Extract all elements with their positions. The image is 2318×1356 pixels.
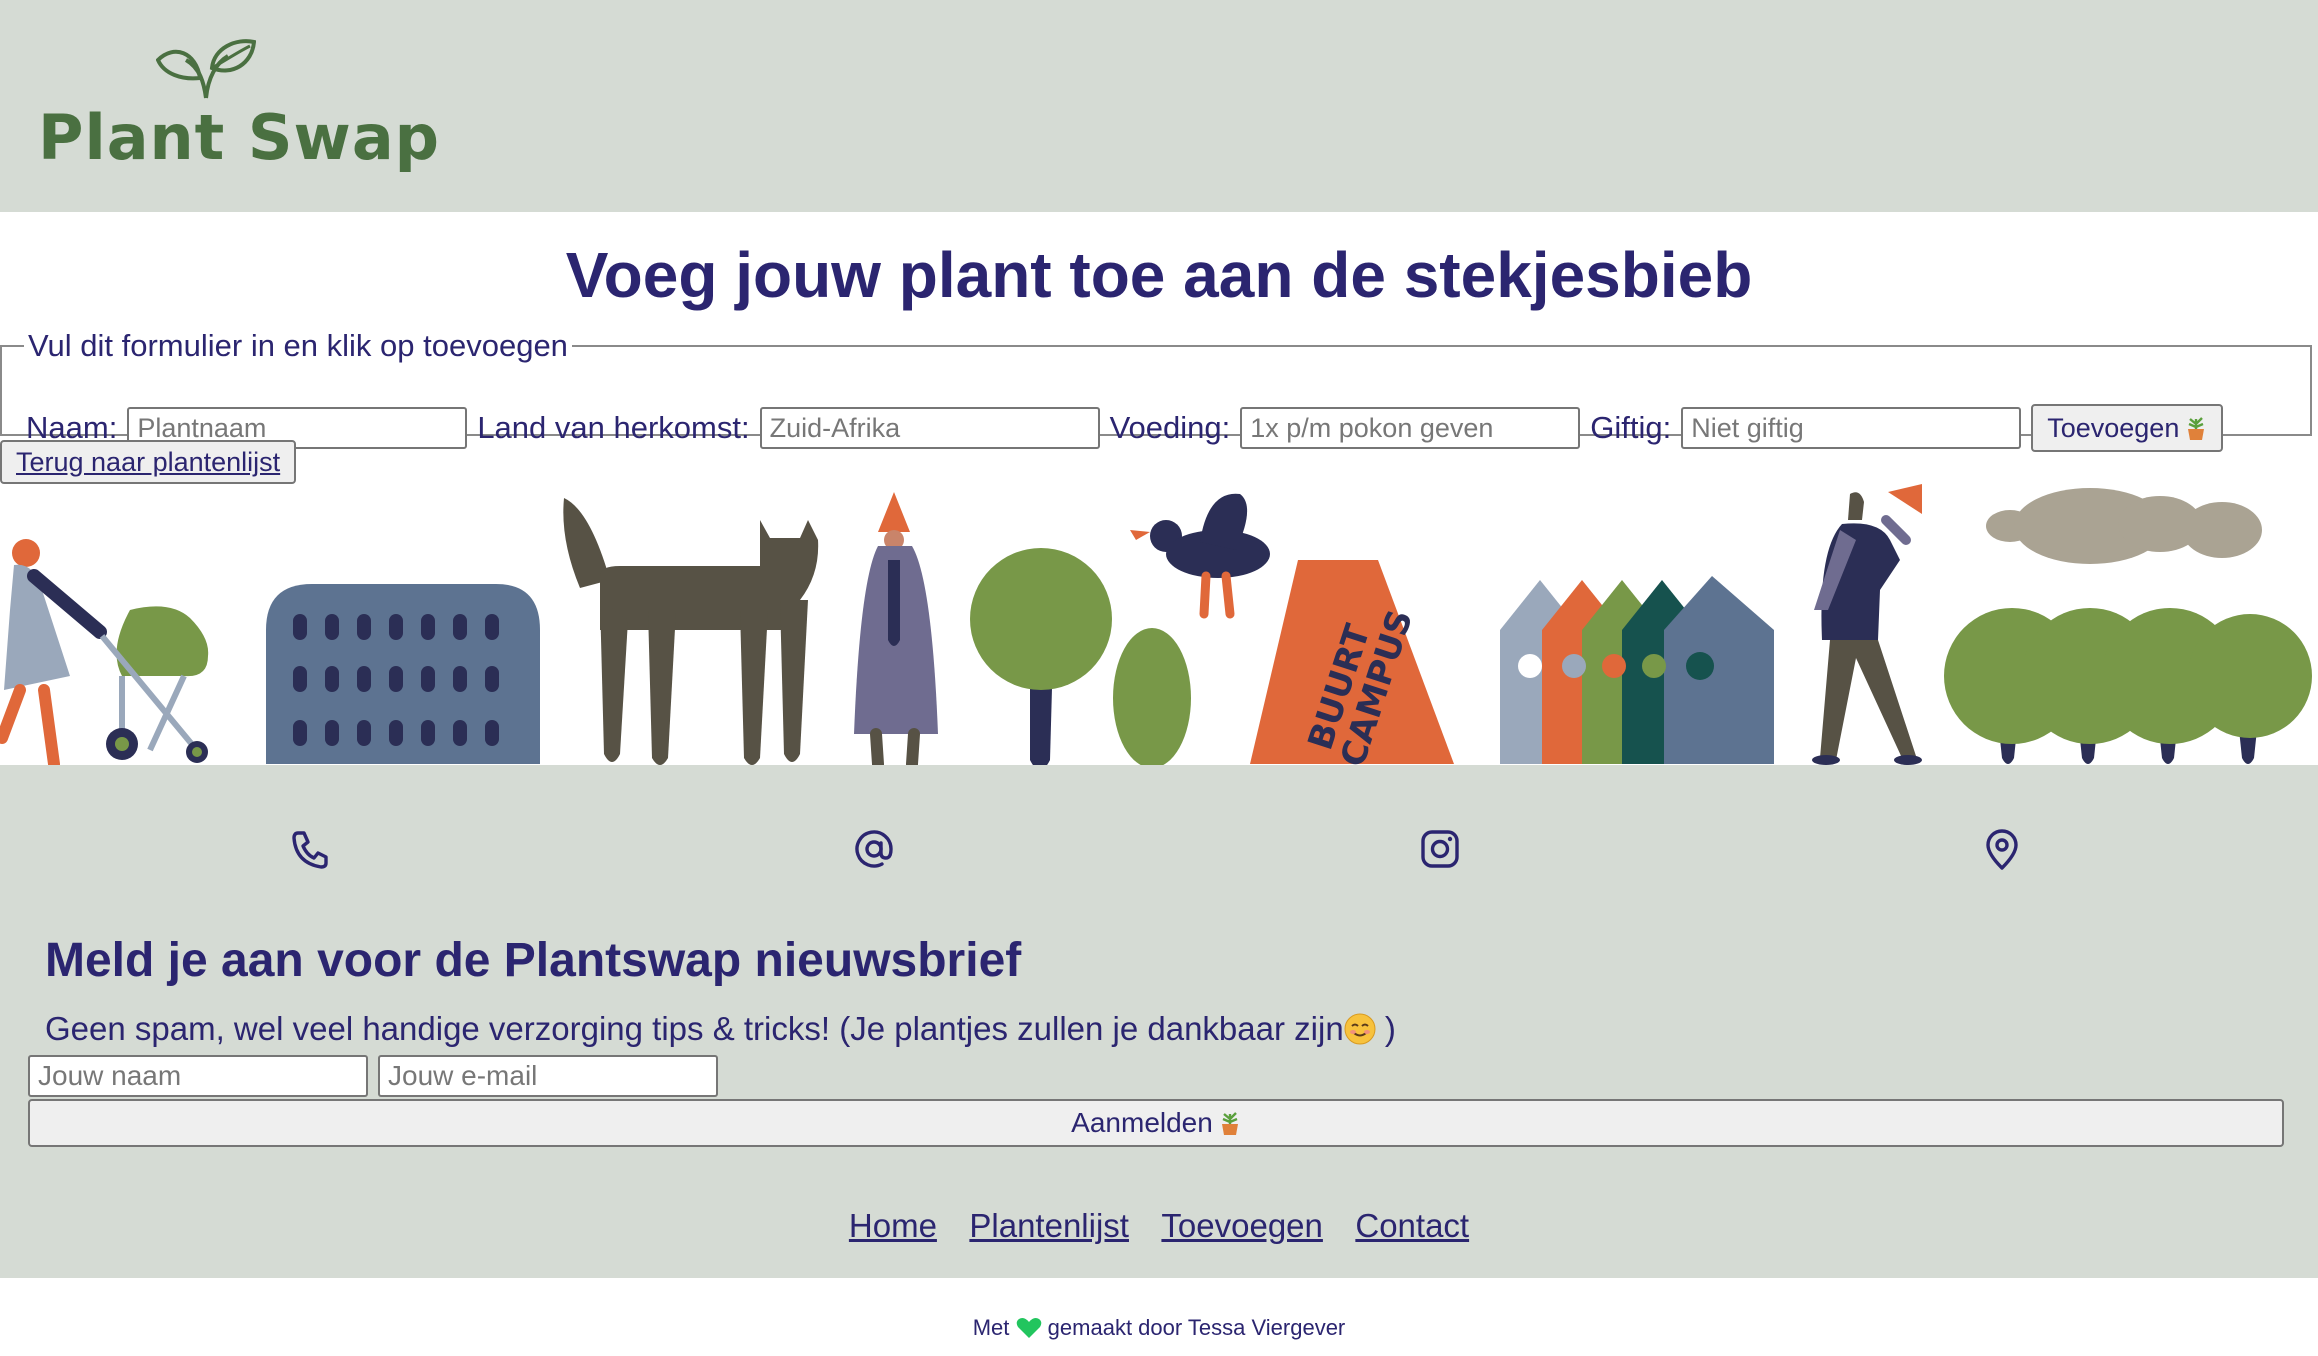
origin-input[interactable] — [759, 407, 1100, 449]
person-with-flag — [1812, 484, 1922, 765]
logo-text: Plant Swap — [38, 101, 441, 174]
newsletter-email-input[interactable] — [378, 1055, 718, 1097]
building — [266, 584, 540, 764]
subscribe-button[interactable]: Aanmelden — [28, 1099, 2284, 1147]
tall-person — [854, 492, 938, 765]
potted-plant-icon — [1221, 1112, 1238, 1135]
nav-home-link[interactable]: Home — [849, 1207, 937, 1244]
credit-text-after: gemaakt door Tessa Viergever — [1047, 1315, 1346, 1341]
food-label: Voeding: — [1109, 410, 1231, 445]
clouds — [1986, 488, 2262, 564]
houses — [1500, 576, 1774, 764]
footer-nav: Home Plantenlijst Toevoegen Contact — [0, 1207, 2318, 1245]
neighborhood-illustration: BUURT CAMPUS — [0, 484, 2312, 765]
nav-toevoegen-link[interactable]: Toevoegen — [1161, 1207, 1322, 1244]
toxic-input[interactable] — [1681, 407, 2022, 449]
phone-icon[interactable] — [288, 827, 332, 871]
woman-with-stroller — [0, 539, 209, 765]
credit-line: Met gemaakt door Tessa Viergever — [0, 1314, 2318, 1341]
header: Plant Swap — [0, 0, 2318, 212]
back-to-plantlist-button[interactable]: Terug naar plantenlijst — [0, 440, 297, 484]
form-legend: Vul dit formulier in en klik op toevoege… — [28, 328, 568, 363]
newsletter-name-input[interactable] — [28, 1055, 368, 1097]
dog — [563, 498, 819, 765]
instagram-icon[interactable] — [1418, 827, 1462, 871]
add-button-label: Toevoegen — [2047, 412, 2180, 443]
at-icon[interactable] — [852, 827, 896, 871]
logo[interactable]: Plant Swap — [38, 38, 439, 178]
subscribe-button-label: Aanmelden — [1071, 1107, 1213, 1138]
origin-label: Land van herkomst: — [477, 410, 750, 445]
toxic-label: Giftig: — [1590, 410, 1672, 445]
location-pin-icon[interactable] — [1980, 827, 2024, 871]
potted-plant-icon — [2188, 417, 2205, 440]
form-row: Naam: Land van herkomst: Voeding: Giftig… — [26, 404, 2224, 452]
credit-text-before: Met — [972, 1315, 1010, 1341]
food-input[interactable] — [1240, 407, 1581, 449]
newsletter-subtitle-text: Geen spam, wel veel handige verzorging t… — [45, 1010, 1344, 1047]
smiling-face-icon — [1344, 1013, 1376, 1045]
add-button[interactable]: Toevoegen — [2031, 404, 2224, 452]
nav-contact-link[interactable]: Contact — [1355, 1207, 1469, 1244]
newsletter-subtitle: Geen spam, wel veel handige verzorging t… — [45, 1010, 1396, 1048]
hedge — [1944, 608, 2312, 764]
page-title: Voeg jouw plant toe aan de stekjesbieb — [565, 239, 1753, 311]
leaves-icon — [156, 39, 256, 99]
nav-plantenlijst-link[interactable]: Plantenlijst — [969, 1207, 1129, 1244]
trees — [970, 548, 1191, 765]
footer: Meld je aan voor de Plantswap nieuwsbrie… — [0, 765, 2318, 1278]
newsletter-subtitle-end: ) — [1375, 1010, 1396, 1047]
bird — [1130, 493, 1270, 619]
buurtcampus-sign: BUURT CAMPUS — [1250, 560, 1454, 765]
newsletter-title: Meld je aan voor de Plantswap nieuwsbrie… — [45, 934, 1022, 987]
add-plant-form: Vul dit formulier in en klik op toevoege… — [0, 328, 2312, 452]
heart-icon — [1016, 1318, 1041, 1339]
